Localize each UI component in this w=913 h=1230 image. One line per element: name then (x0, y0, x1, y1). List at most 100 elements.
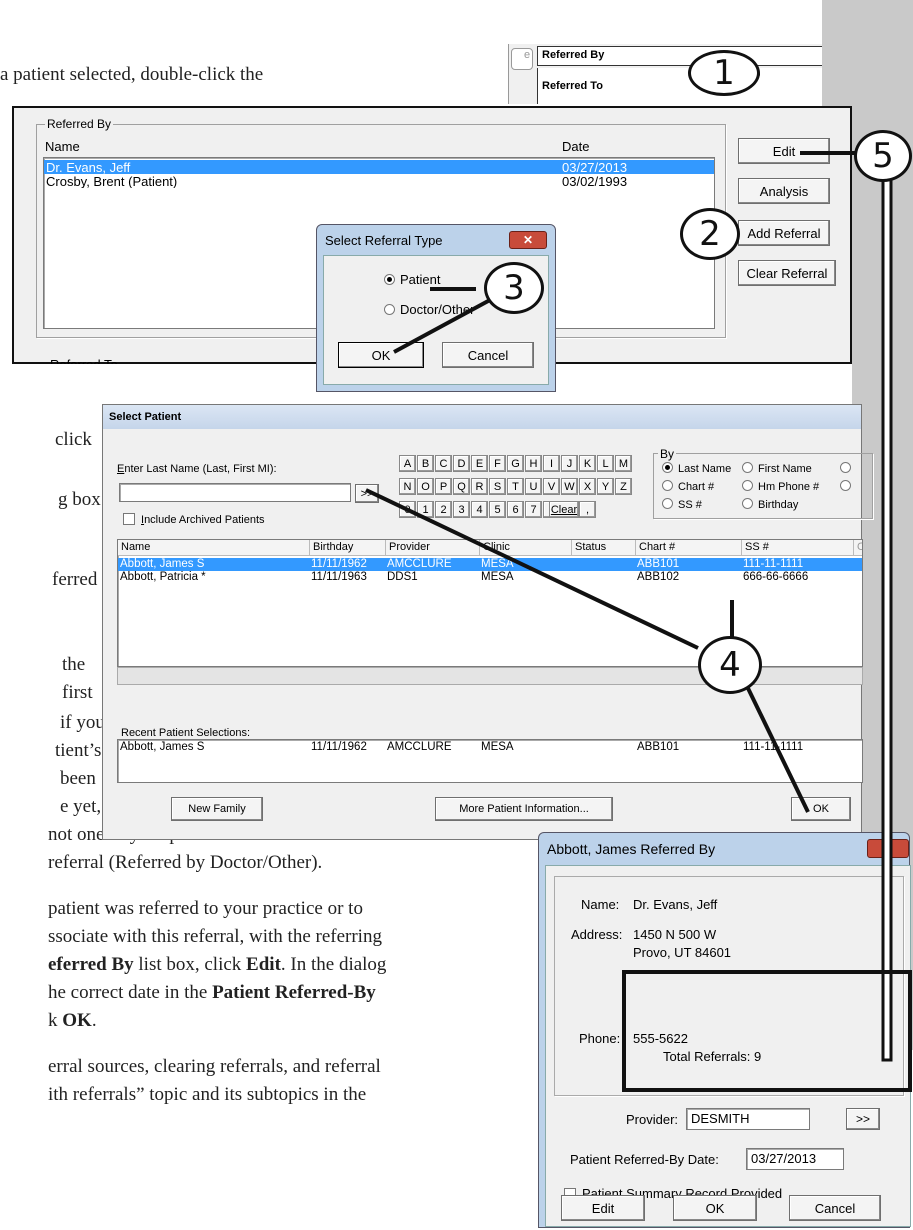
radio-icon (384, 304, 395, 315)
table-row[interactable]: Abbott, James S 11/11/1962 AMCCLURE MESA… (118, 558, 862, 571)
key-Z[interactable]: Z (615, 478, 632, 495)
new-family-button[interactable]: New Family (171, 797, 263, 821)
list-item[interactable]: Dr. Evans, Jeff 03/27/2013 (44, 160, 714, 174)
doc-line: referral (Referred by Doctor/Other). (48, 852, 323, 873)
list-item[interactable]: Crosby, Brent (Patient) 03/02/1993 (44, 174, 714, 188)
col-name[interactable]: Name (118, 540, 310, 556)
doc-line: patient was referred to your practice or… (48, 898, 363, 919)
ok-button[interactable]: OK (338, 342, 424, 368)
more-patient-info-button[interactable]: More Patient Information... (435, 797, 613, 821)
include-archived-checkbox[interactable]: Include Archived Patients (123, 513, 265, 526)
table-row[interactable]: Abbott, Patricia * 11/11/1963 DDS1 MESA … (118, 571, 862, 584)
row-date: 03/02/1993 (562, 174, 628, 188)
cancel-button[interactable]: Cancel (442, 342, 534, 368)
key-A[interactable]: A (399, 455, 416, 472)
col-name: Name (45, 139, 80, 154)
cancel-button[interactable]: Cancel (789, 1195, 881, 1221)
name-value: Dr. Evans, Jeff (633, 897, 718, 912)
key-X[interactable]: X (579, 478, 596, 495)
radio-patient[interactable]: Patient (384, 272, 440, 287)
dialog-title: Select Referral Type (325, 233, 443, 248)
phone-value: 555-5622 (633, 1031, 688, 1046)
radio-ss[interactable]: SS # (662, 498, 702, 511)
list-item[interactable]: Abbott, James S 11/11/1962 AMCCLURE MESA… (118, 741, 862, 754)
close-icon[interactable]: ✕ (509, 231, 547, 249)
radio-extra[interactable] (840, 480, 856, 493)
radio-doctor-other[interactable]: Doctor/Other (384, 302, 474, 317)
key-1[interactable]: 1 (417, 501, 434, 518)
add-referral-button[interactable]: Add Referral (738, 220, 830, 246)
radio-last-name[interactable]: Last Name (662, 462, 731, 475)
last-name-input[interactable] (119, 483, 351, 502)
key-0[interactable]: 0 (399, 501, 416, 518)
col-clinic[interactable]: Clinic (480, 540, 572, 556)
key-Y[interactable]: Y (597, 478, 614, 495)
col-status[interactable]: Status (572, 540, 636, 556)
col-ss[interactable]: SS # (742, 540, 854, 556)
key-U[interactable]: U (525, 478, 542, 495)
recent-list[interactable]: Abbott, James S 11/11/1962 AMCCLURE MESA… (117, 739, 863, 783)
clear-key[interactable]: Clear (549, 501, 579, 518)
key-M[interactable]: M (615, 455, 632, 472)
callout-4: 4 (698, 636, 762, 694)
doc-line: g box (58, 489, 101, 510)
phone-label: Phone: (579, 1031, 621, 1046)
provider-input[interactable]: DESMITH (686, 1108, 810, 1130)
address-line2: Provo, UT 84601 (633, 945, 732, 960)
col-birthday[interactable]: Birthday (310, 540, 386, 556)
edit-button[interactable]: Edit (738, 138, 830, 164)
doc-line: the (62, 654, 86, 675)
provider-label: Provider: (626, 1112, 679, 1127)
analysis-button[interactable]: Analysis (738, 178, 830, 204)
key-B[interactable]: B (417, 455, 434, 472)
key-3[interactable]: 3 (453, 501, 470, 518)
provider-select-button[interactable]: >> (846, 1108, 880, 1130)
key-4[interactable]: 4 (471, 501, 488, 518)
key-J[interactable]: J (561, 455, 578, 472)
key-7[interactable]: 7 (525, 501, 542, 518)
key-6[interactable]: 6 (507, 501, 524, 518)
doc-line: a patient selected, double-click the (0, 64, 264, 85)
recent-label: Recent Patient Selections: (121, 727, 251, 739)
key-P[interactable]: P (435, 478, 452, 495)
referred-by-date-input[interactable]: 03/27/2013 (746, 1148, 844, 1170)
key-T[interactable]: T (507, 478, 524, 495)
col-chart[interactable]: Chart # (636, 540, 742, 556)
key-R[interactable]: R (471, 478, 488, 495)
radio-selected-icon (384, 274, 395, 285)
key-E[interactable]: E (471, 455, 488, 472)
key-O[interactable]: O (417, 478, 434, 495)
gray-strip (822, 0, 913, 108)
clear-referral-button[interactable]: Clear Referral (738, 260, 836, 286)
col-other[interactable]: O (854, 540, 862, 556)
key-D[interactable]: D (453, 455, 470, 472)
key-L[interactable]: L (597, 455, 614, 472)
col-provider[interactable]: Provider (386, 540, 480, 556)
key-H[interactable]: H (525, 455, 542, 472)
key-5[interactable]: 5 (489, 501, 506, 518)
key-G[interactable]: G (507, 455, 524, 472)
radio-first-name[interactable]: First Name (742, 462, 812, 475)
key-W[interactable]: W (561, 478, 578, 495)
ok-button[interactable]: OK (673, 1195, 757, 1221)
key-C[interactable]: C (435, 455, 452, 472)
radio-birthday[interactable]: Birthday (742, 498, 798, 511)
ok-button[interactable]: OK (791, 797, 851, 821)
key-K[interactable]: K (579, 455, 596, 472)
row-date: 03/27/2013 (562, 160, 628, 174)
close-icon[interactable]: ✕ (867, 839, 909, 858)
go-button[interactable]: >> (355, 484, 379, 503)
key-2[interactable]: 2 (435, 501, 452, 518)
referred-to-label: Referred To (537, 68, 824, 104)
key-V[interactable]: V (543, 478, 560, 495)
key-S[interactable]: S (489, 478, 506, 495)
edit-button[interactable]: Edit (561, 1195, 645, 1221)
key-F[interactable]: F (489, 455, 506, 472)
radio-chart[interactable]: Chart # (662, 480, 714, 493)
key-N[interactable]: N (399, 478, 416, 495)
key-comma[interactable]: , (579, 501, 596, 518)
radio-hm-phone[interactable]: Hm Phone # (742, 480, 819, 493)
key-Q[interactable]: Q (453, 478, 470, 495)
radio-extra[interactable] (840, 462, 856, 475)
key-I[interactable]: I (543, 455, 560, 472)
